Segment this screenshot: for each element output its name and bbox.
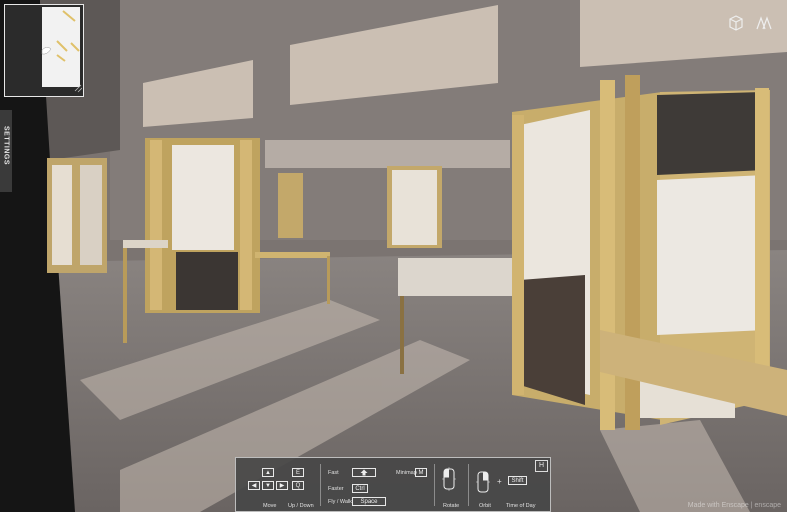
divider xyxy=(320,464,321,506)
move-label: Move xyxy=(263,503,277,509)
timeofday-label: Time of Day xyxy=(506,503,536,509)
ctrl-key: Ctrl xyxy=(352,484,368,493)
cube-view-icon[interactable] xyxy=(727,14,745,32)
navigation-help-panel: H ▲ ◀ ▼ ▶ Move E Q Up / Down Fast Faster… xyxy=(235,457,551,512)
minimap[interactable] xyxy=(4,4,84,97)
key-e: E xyxy=(292,468,304,477)
divider xyxy=(468,464,469,506)
key-down: ▼ xyxy=(262,481,274,490)
settings-label: SETTINGS xyxy=(2,126,10,166)
flywalk-label: Fly / Walk xyxy=(328,499,352,505)
minimap-plan xyxy=(41,7,83,93)
scene-viewport[interactable] xyxy=(0,0,787,512)
key-q: Q xyxy=(292,481,304,490)
fast-key xyxy=(352,468,376,477)
plus-sign: + xyxy=(497,477,502,486)
shift-icon xyxy=(360,469,368,476)
minimap-key: M xyxy=(415,468,427,477)
rotate-label: Rotate xyxy=(443,503,460,509)
space-key: Space xyxy=(352,497,386,506)
fast-label: Fast xyxy=(328,470,339,476)
key-left: ◀ xyxy=(248,481,260,490)
help-toggle-button[interactable]: H xyxy=(535,460,548,472)
shift-key: Shift xyxy=(508,476,527,485)
watermark: Made with Enscape | enscape xyxy=(687,502,781,509)
key-up: ▲ xyxy=(262,468,274,477)
mouse-icon xyxy=(476,470,490,494)
orbit-label: Orbit xyxy=(479,503,491,509)
updown-label: Up / Down xyxy=(288,503,314,509)
faster-label: Faster xyxy=(328,486,344,492)
divider xyxy=(434,464,435,506)
key-right: ▶ xyxy=(276,481,288,490)
settings-tab[interactable]: SETTINGS xyxy=(0,110,12,192)
mouse-icon xyxy=(442,467,456,491)
walk-mode-icon[interactable] xyxy=(754,14,774,32)
minimap-label: Minimap xyxy=(396,470,417,476)
